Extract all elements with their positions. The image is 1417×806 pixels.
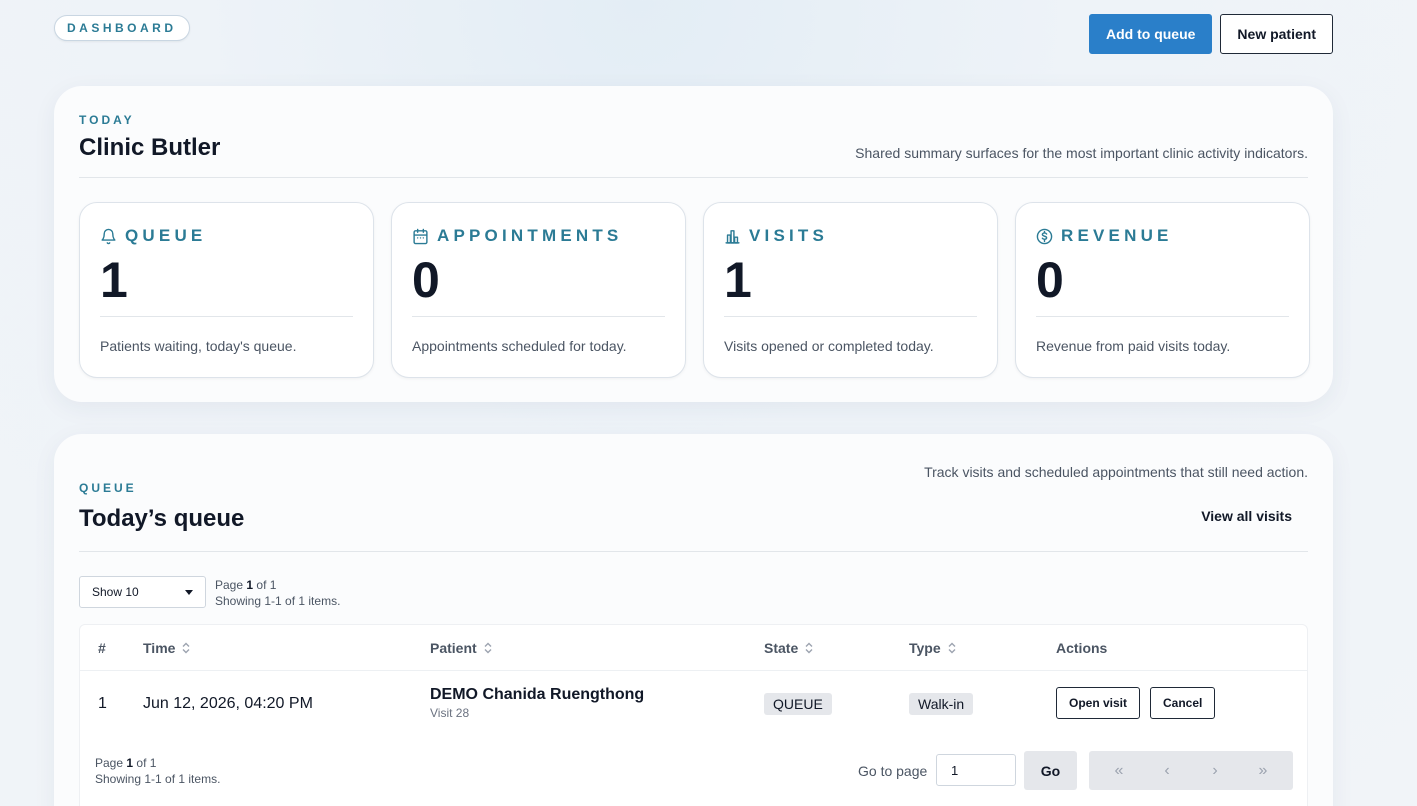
page-size-select[interactable]: Show 10	[79, 576, 206, 608]
summary-eyebrow: TODAY	[79, 113, 135, 127]
stat-title: QUEUE	[125, 226, 207, 245]
new-patient-button[interactable]: New patient	[1220, 14, 1333, 54]
page-current: 1	[126, 756, 134, 770]
row-time: Jun 12, 2026, 04:20 PM	[143, 695, 313, 712]
stat-card-queue: QUEUE 1 Patients waiting, today's queue.	[79, 202, 374, 378]
open-visit-button[interactable]: Open visit	[1056, 687, 1141, 719]
table-header: # Time Patient State Type Actions	[80, 625, 1307, 671]
dollar-circle-icon	[1036, 228, 1053, 245]
stat-divider	[1036, 316, 1289, 317]
go-to-page-input[interactable]	[936, 754, 1016, 786]
column-header-patient[interactable]: Patient	[430, 640, 492, 656]
stat-header: APPOINTMENTS	[412, 226, 622, 246]
column-label: Time	[143, 640, 176, 656]
column-header-time[interactable]: Time	[143, 640, 190, 656]
calendar-icon	[412, 228, 429, 245]
page-title: Clinic Butler	[79, 134, 221, 161]
last-page-icon[interactable]: »	[1251, 762, 1275, 780]
view-all-visits-link[interactable]: View all visits	[1201, 508, 1292, 524]
page-current: 1	[246, 578, 254, 592]
stat-note: Revenue from paid visits today.	[1036, 338, 1231, 354]
pagination-controls: « ‹ › »	[1089, 751, 1293, 790]
showing-text: Showing 1-1 of 1 items.	[215, 594, 341, 608]
stat-value: 0	[1036, 252, 1064, 308]
column-header-actions: Actions	[1056, 640, 1107, 656]
caret-down-icon	[185, 589, 193, 595]
queue-divider	[79, 551, 1308, 552]
row-patient: DEMO Chanida Ruengthong Visit 28	[430, 686, 644, 720]
stat-title: APPOINTMENTS	[437, 226, 623, 245]
stat-divider	[100, 316, 353, 317]
page-size-value: Show 10	[92, 585, 139, 599]
stat-value: 1	[100, 252, 128, 308]
first-page-icon[interactable]: «	[1107, 762, 1131, 780]
stat-note: Visits opened or completed today.	[724, 338, 934, 354]
next-page-icon[interactable]: ›	[1203, 762, 1227, 780]
stat-card-visits: VISITS 1 Visits opened or completed toda…	[703, 202, 998, 378]
stat-title: REVENUE	[1061, 226, 1173, 245]
row-index: 1	[98, 695, 107, 712]
page-label: Page	[95, 756, 124, 770]
queue-description: Track visits and scheduled appointments …	[924, 464, 1308, 480]
showing-text: Showing 1-1 of 1 items.	[95, 772, 221, 786]
bar-chart-icon	[724, 228, 741, 245]
add-to-queue-button[interactable]: Add to queue	[1088, 14, 1213, 54]
stat-card-appointments: APPOINTMENTS 0 Appointments scheduled fo…	[391, 202, 686, 378]
column-header-index: #	[98, 640, 106, 656]
stat-header: QUEUE	[100, 226, 206, 246]
cancel-button[interactable]: Cancel	[1150, 687, 1216, 719]
queue-card: Track visits and scheduled appointments …	[54, 434, 1333, 806]
go-to-page-label: Go to page	[858, 763, 928, 779]
page-info-bottom: Page 1 of 1 Showing 1-1 of 1 items.	[95, 755, 220, 787]
page-label: Page	[215, 578, 244, 592]
stats-row: QUEUE 1 Patients waiting, today's queue.…	[79, 202, 1310, 378]
stat-card-revenue: REVENUE 0 Revenue from paid visits today…	[1015, 202, 1310, 378]
sort-icon	[484, 642, 492, 654]
column-header-state[interactable]: State	[764, 640, 813, 656]
top-actions: Add to queue New patient	[1088, 14, 1333, 54]
patient-name: DEMO Chanida Ruengthong	[430, 686, 645, 703]
stat-title: VISITS	[749, 226, 829, 245]
column-label: #	[98, 640, 106, 656]
sort-icon	[948, 642, 956, 654]
column-label: State	[764, 640, 799, 656]
state-badge: QUEUE	[764, 693, 832, 715]
type-badge: Walk-in	[909, 693, 974, 715]
stat-note: Patients waiting, today's queue.	[100, 338, 297, 354]
queue-table: # Time Patient State Type Actions 1 Jun …	[79, 624, 1308, 806]
visit-number: Visit 28	[430, 706, 470, 720]
summary-card: TODAY Clinic Butler Shared summary surfa…	[54, 86, 1333, 402]
column-label: Type	[909, 640, 941, 656]
previous-page-icon[interactable]: ‹	[1155, 762, 1179, 780]
dashboard-badge: DASHBOARD	[54, 15, 190, 41]
stat-note: Appointments scheduled for today.	[412, 338, 627, 354]
go-button[interactable]: Go	[1024, 751, 1077, 790]
column-label: Actions	[1056, 640, 1108, 656]
column-header-type[interactable]: Type	[909, 640, 956, 656]
summary-description: Shared summary surfaces for the most imp…	[855, 145, 1308, 161]
stat-value: 0	[412, 252, 440, 308]
stat-divider	[412, 316, 665, 317]
sort-icon	[182, 642, 190, 654]
page-info-top: Page 1 of 1 Showing 1-1 of 1 items.	[215, 577, 340, 609]
bell-icon	[100, 228, 117, 245]
stat-header: VISITS	[724, 226, 828, 246]
stat-header: REVENUE	[1036, 226, 1173, 246]
page-of: of 1	[136, 756, 157, 770]
queue-eyebrow: QUEUE	[79, 481, 137, 495]
queue-title: Today’s queue	[79, 505, 245, 532]
page-of: of 1	[256, 578, 277, 592]
sort-icon	[805, 642, 813, 654]
stat-divider	[724, 316, 977, 317]
column-label: Patient	[430, 640, 477, 656]
stat-value: 1	[724, 252, 752, 308]
summary-divider	[79, 177, 1308, 178]
